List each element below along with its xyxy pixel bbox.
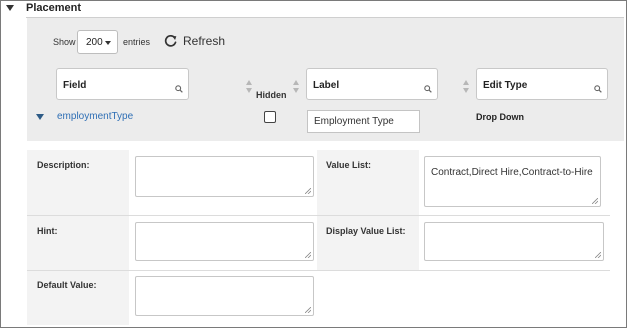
column-filter-label[interactable]: Label: [306, 68, 438, 100]
column-filter-edit-type[interactable]: Edit Type: [476, 68, 608, 100]
edit-type-value: Drop Down: [476, 112, 524, 122]
description-label: Description:: [37, 160, 90, 170]
search-icon[interactable]: [594, 80, 602, 98]
sort-hidden-icon[interactable]: [293, 80, 301, 94]
resize-grip-icon[interactable]: [595, 252, 601, 258]
column-header-field: Field: [63, 80, 87, 91]
hint-label: Hint:: [37, 226, 58, 236]
default-value-label: Default Value:: [37, 280, 97, 290]
search-icon[interactable]: [175, 80, 183, 98]
detail-divider: [27, 215, 610, 216]
hint-textarea[interactable]: [135, 222, 314, 261]
detail-divider: [27, 270, 610, 271]
search-icon[interactable]: [424, 80, 432, 98]
resize-grip-icon[interactable]: [592, 198, 598, 204]
column-header-edit-type: Edit Type: [483, 80, 528, 91]
resize-grip-icon[interactable]: [305, 252, 311, 258]
detail-label-column: [27, 150, 129, 325]
value-list-value: Contract,Direct Hire,Contract-to-Hire: [431, 167, 593, 178]
description-textarea[interactable]: [135, 156, 314, 197]
column-header-hidden: Hidden: [256, 90, 287, 100]
field-name-link[interactable]: employmentType: [57, 111, 133, 122]
value-list-label: Value List:: [326, 160, 372, 170]
resize-grip-icon[interactable]: [305, 188, 311, 194]
refresh-label: Refresh: [183, 34, 226, 48]
default-value-textarea[interactable]: [135, 276, 314, 316]
column-filter-field[interactable]: Field: [56, 68, 189, 100]
section-title: Placement: [26, 2, 82, 14]
resize-grip-icon[interactable]: [305, 307, 311, 313]
value-list-textarea[interactable]: Contract,Direct Hire,Contract-to-Hire: [424, 156, 601, 207]
collapse-caret-icon[interactable]: [6, 5, 14, 11]
column-header-label: Label: [313, 80, 340, 91]
section-header[interactable]: Placement: [0, 0, 625, 18]
entries-per-page-value: 200: [86, 37, 103, 48]
display-value-list-label: Display Value List:: [326, 226, 406, 236]
sort-label-icon[interactable]: [463, 80, 471, 94]
display-value-list-textarea[interactable]: [424, 222, 604, 261]
show-label: Show: [53, 37, 76, 47]
refresh-icon: [164, 34, 177, 47]
sort-field-icon[interactable]: [246, 80, 254, 94]
label-input[interactable]: Employment Type: [307, 110, 420, 133]
entries-per-page-select[interactable]: 200: [77, 30, 118, 54]
entries-label: entries: [123, 37, 151, 47]
hidden-checkbox[interactable]: [264, 111, 276, 123]
chevron-down-icon: [105, 41, 111, 45]
refresh-button[interactable]: Refresh: [164, 32, 225, 50]
row-expand-caret-icon[interactable]: [36, 114, 44, 120]
